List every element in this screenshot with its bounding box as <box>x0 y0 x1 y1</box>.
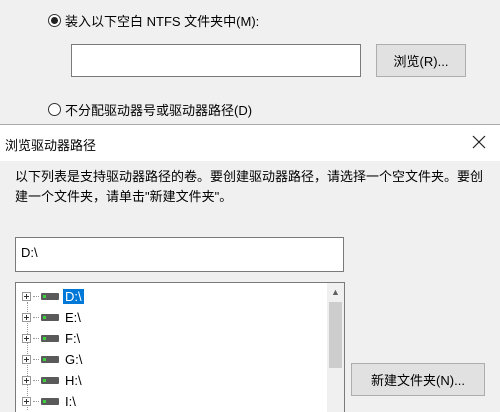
tree-item-drive-i[interactable]: I:\ <box>22 392 78 411</box>
expand-plus-icon[interactable] <box>22 397 31 406</box>
scroll-thumb[interactable] <box>329 302 342 368</box>
folder-path-input[interactable] <box>71 44 361 77</box>
radio-selected-dot <box>51 17 58 24</box>
mount-folder-radio[interactable] <box>48 14 61 27</box>
new-folder-button[interactable]: 新建文件夹(N)... <box>351 363 485 396</box>
tree-item-drive-h[interactable]: H:\ <box>22 371 84 390</box>
drive-label: I:\ <box>65 394 76 409</box>
tree-scrollbar[interactable]: ▲ <box>327 283 344 412</box>
tree-branch <box>33 317 39 318</box>
drive-icon <box>41 356 59 363</box>
mount-folder-label: 装入以下空白 NTFS 文件夹中(M): <box>65 14 260 29</box>
tree-branch <box>33 401 39 402</box>
drive-label: E:\ <box>65 310 81 325</box>
no-assign-option[interactable]: 不分配驱动器号或驱动器路径(D) <box>48 100 252 119</box>
mount-folder-option[interactable]: 装入以下空白 NTFS 文件夹中(M): <box>48 11 259 30</box>
browse-drive-path-dialog: 浏览驱动器路径 以下列表是支持驱动器路径的卷。要创建驱动器路径，请选择一个空文件… <box>0 124 500 412</box>
drive-label: G:\ <box>65 352 83 367</box>
drive-tree[interactable]: D:\ E:\ F:\ G:\ H:\ I:\ ▲ <box>15 282 345 412</box>
tree-item-drive-g[interactable]: G:\ <box>22 350 84 369</box>
close-icon[interactable] <box>468 131 490 153</box>
dialog-title: 浏览驱动器路径 <box>5 138 97 153</box>
expand-plus-icon[interactable] <box>22 292 31 301</box>
drive-icon <box>41 314 59 321</box>
expand-plus-icon[interactable] <box>22 355 31 364</box>
tree-item-drive-e[interactable]: E:\ <box>22 308 83 327</box>
parent-dialog: 装入以下空白 NTFS 文件夹中(M): 浏览(R)... 不分配驱动器号或驱动… <box>0 0 500 124</box>
expand-plus-icon[interactable] <box>22 313 31 322</box>
scroll-up-arrow-icon[interactable]: ▲ <box>327 283 344 300</box>
tree-branch <box>33 296 39 297</box>
expand-plus-icon[interactable] <box>22 334 31 343</box>
drive-icon <box>41 293 59 300</box>
expand-plus-icon[interactable] <box>22 376 31 385</box>
tree-branch <box>33 359 39 360</box>
tree-item-drive-f[interactable]: F:\ <box>22 329 82 348</box>
drive-icon <box>41 335 59 342</box>
dialog-titlebar: 浏览驱动器路径 <box>0 125 500 161</box>
drive-icon <box>41 377 59 384</box>
current-path-field: D:\ <box>15 237 344 272</box>
tree-item-drive-d[interactable]: D:\ <box>22 287 84 306</box>
dialog-description: 以下列表是支持驱动器路径的卷。要创建驱动器路径，请选择一个空文件夹。要创建一个文… <box>15 169 484 204</box>
drive-label: H:\ <box>65 373 82 388</box>
drive-label: F:\ <box>65 331 81 346</box>
no-assign-label: 不分配驱动器号或驱动器路径(D) <box>65 103 253 118</box>
browse-button[interactable]: 浏览(R)... <box>376 44 466 77</box>
tree-branch <box>33 380 39 381</box>
drive-label: D:\ <box>63 289 84 304</box>
no-assign-radio[interactable] <box>48 103 61 116</box>
tree-branch <box>33 338 39 339</box>
drive-icon <box>41 398 59 405</box>
